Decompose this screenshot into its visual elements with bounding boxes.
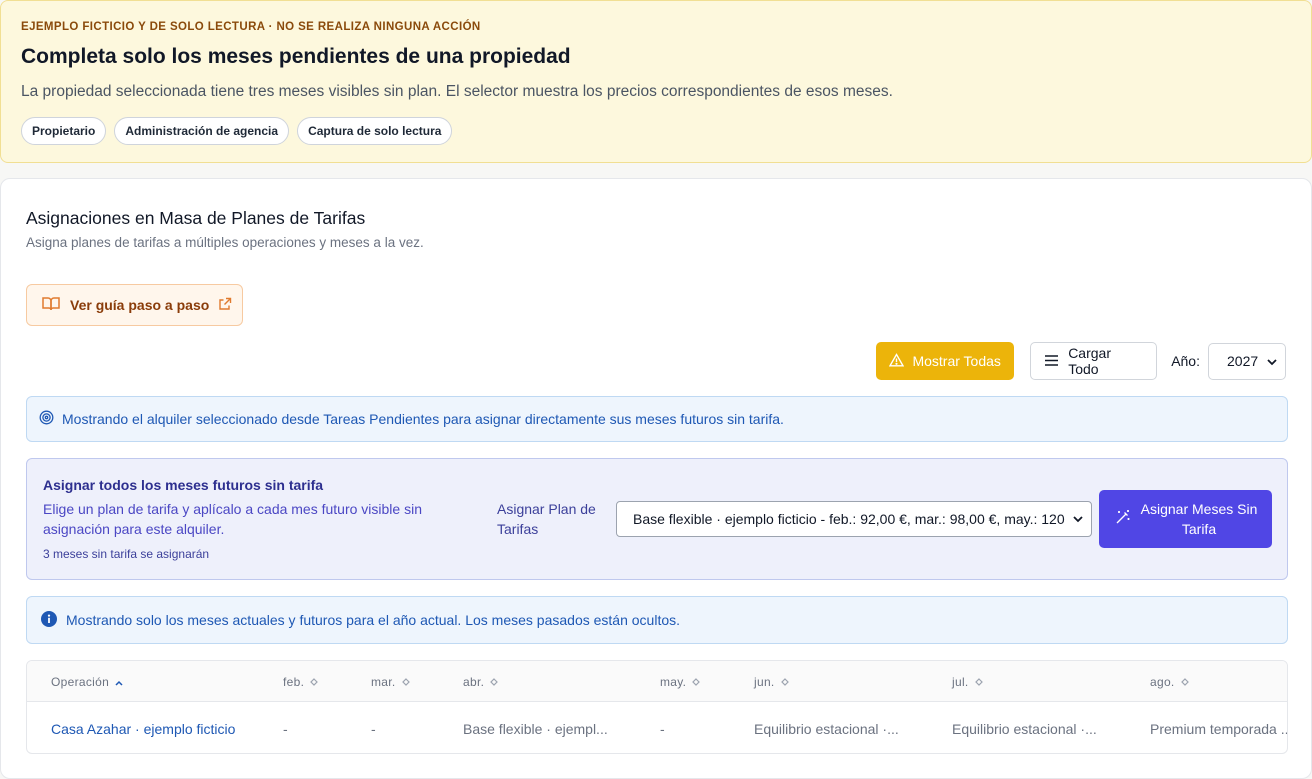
cell-aug[interactable]: Premium temporada ...	[1150, 721, 1287, 737]
magic-wand-icon	[1115, 509, 1131, 530]
column-jun-label: jun.	[754, 675, 775, 689]
assign-count-note: 3 meses sin tarifa se asignarán	[43, 547, 210, 561]
column-operation-label: Operación	[51, 675, 110, 689]
column-mar-label: mar.	[371, 675, 396, 689]
table-header: Operación feb. mar. abr. may. jun. jul. …	[27, 661, 1287, 702]
cell-feb[interactable]: -	[283, 721, 288, 737]
book-icon	[41, 296, 61, 315]
role-chips: Propietario Administración de agencia Ca…	[21, 117, 1291, 145]
chevron-down-icon	[1267, 353, 1277, 369]
rate-plan-select[interactable]: Base flexible · ejemplo ficticio - feb.:…	[616, 501, 1092, 537]
cell-apr[interactable]: Base flexible · ejempl...	[463, 721, 608, 737]
assign-title: Asignar todos los meses futuros sin tari…	[43, 477, 324, 493]
sort-icon	[401, 675, 410, 689]
external-link-icon	[218, 297, 232, 314]
chip-owner: Propietario	[21, 117, 107, 145]
sort-icon	[974, 675, 983, 689]
toolbar: Mostrar Todas Cargar Todo Año: 2027	[876, 342, 1286, 380]
load-all-label: Cargar Todo	[1068, 345, 1111, 377]
year-label: Año:	[1171, 353, 1200, 369]
rate-plan-value: Base flexible · ejemplo ficticio - feb.:…	[633, 511, 1065, 527]
sort-icon	[310, 675, 319, 689]
column-may[interactable]: may.	[660, 675, 701, 689]
show-all-label: Mostrar Todas	[912, 353, 1001, 369]
column-feb-label: feb.	[283, 675, 305, 689]
column-jun[interactable]: jun.	[754, 675, 789, 689]
demo-banner: EJEMPLO FICTICIO Y DE SOLO LECTURA · NO …	[0, 0, 1312, 163]
sort-icon	[780, 675, 789, 689]
sort-icon	[490, 675, 499, 689]
sort-asc-icon	[115, 675, 123, 689]
column-may-label: may.	[660, 675, 687, 689]
selected-rental-text: Mostrando el alquiler seleccionado desde…	[62, 411, 784, 427]
column-feb[interactable]: feb.	[283, 675, 319, 689]
cell-mar[interactable]: -	[371, 721, 376, 737]
column-mar[interactable]: mar.	[371, 675, 410, 689]
months-visibility-notice: Mostrando solo los meses actuales y futu…	[26, 596, 1288, 644]
chip-read-only: Captura de solo lectura	[297, 117, 453, 145]
assign-unrated-months-button[interactable]: Asignar Meses Sin Tarifa	[1099, 490, 1272, 548]
show-all-button[interactable]: Mostrar Todas	[876, 342, 1015, 380]
column-jul-label: jul.	[952, 675, 969, 689]
column-apr-label: abr.	[463, 675, 485, 689]
months-visibility-text: Mostrando solo los meses actuales y futu…	[66, 612, 681, 628]
list-icon	[1045, 353, 1059, 369]
assign-description: Elige un plan de tarifa y aplícalo a cad…	[43, 501, 422, 537]
column-jul[interactable]: jul.	[952, 675, 983, 689]
page-title: Asignaciones en Masa de Planes de Tarifa…	[26, 208, 366, 228]
guide-button[interactable]: Ver guía paso a paso	[26, 284, 243, 326]
sort-icon	[1180, 675, 1189, 689]
cell-may[interactable]: -	[660, 721, 665, 737]
operation-link[interactable]: Casa Azahar · ejemplo ficticio	[51, 721, 235, 737]
info-icon	[41, 610, 57, 630]
year-value: 2027	[1227, 353, 1259, 369]
banner-eyebrow: EJEMPLO FICTICIO Y DE SOLO LECTURA · NO …	[21, 21, 481, 33]
year-filter: Año: 2027	[1171, 342, 1286, 380]
assign-button-label: Asignar Meses Sin Tarifa	[1140, 501, 1258, 537]
load-all-button[interactable]: Cargar Todo	[1030, 342, 1158, 380]
column-aug-label: ago.	[1150, 675, 1175, 689]
chevron-down-icon	[1065, 515, 1091, 523]
sort-icon	[692, 675, 701, 689]
year-select[interactable]: 2027	[1208, 342, 1286, 380]
assignments-table: Operación feb. mar. abr. may. jun. jul. …	[26, 660, 1288, 754]
banner-title: Completa solo los meses pendientes de un…	[21, 45, 571, 68]
warning-icon	[889, 352, 905, 370]
banner-description: La propiedad seleccionada tiene tres mes…	[21, 83, 893, 100]
column-apr[interactable]: abr.	[463, 675, 499, 689]
assign-unrated-panel: Asignar todos los meses futuros sin tari…	[26, 458, 1288, 580]
chip-agency-admin: Administración de agencia	[114, 117, 290, 145]
cell-jul[interactable]: Equilibrio estacional ·...	[952, 721, 1097, 737]
guide-button-label: Ver guía paso a paso	[70, 297, 210, 313]
selected-rental-notice: Mostrando el alquiler seleccionado desde…	[26, 396, 1288, 442]
bulk-assign-card: Asignaciones en Masa de Planes de Tarifa…	[0, 178, 1312, 779]
target-icon	[39, 410, 54, 428]
page-subtitle: Asigna planes de tarifas a múltiples ope…	[26, 235, 424, 250]
column-aug[interactable]: ago.	[1150, 675, 1189, 689]
plan-select-label: Asignar Plan de Tarifas	[497, 501, 596, 537]
cell-jun[interactable]: Equilibrio estacional ·...	[754, 721, 899, 737]
column-operation[interactable]: Operación	[51, 675, 123, 689]
